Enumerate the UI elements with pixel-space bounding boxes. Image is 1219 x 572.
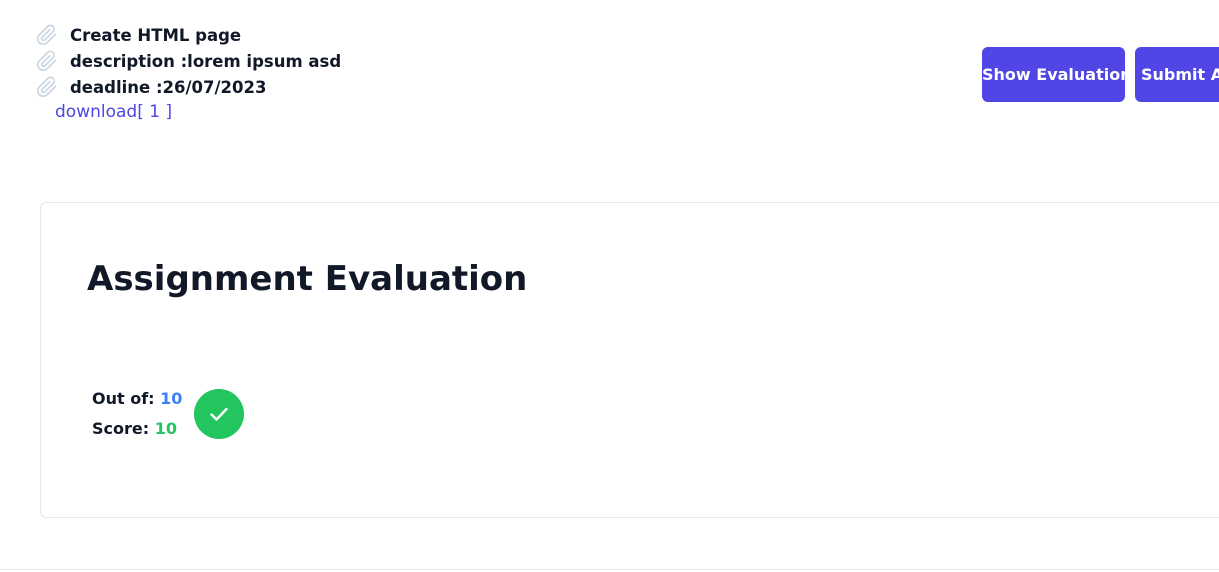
score-summary: Out of: 10 Score: 10 [92, 387, 182, 447]
assignment-title-row: Create HTML page [36, 22, 341, 48]
check-icon [210, 407, 228, 421]
evaluation-heading: Assignment Evaluation [87, 259, 528, 299]
show-evaluation-button[interactable]: Show Evaluation [982, 47, 1125, 102]
passed-status-badge [194, 389, 244, 439]
score-line: Score: 10 [92, 417, 182, 447]
out-of-value: 10 [160, 389, 183, 408]
assignment-deadline: deadline :26/07/2023 [70, 77, 267, 97]
paperclip-icon [36, 76, 58, 98]
paperclip-icon [36, 50, 58, 72]
assignment-info: Create HTML page description :lorem ipsu… [36, 22, 341, 100]
submit-assignment-button[interactable]: Submit As [1135, 47, 1219, 102]
assignment-title: Create HTML page [70, 25, 242, 45]
download-link[interactable]: download[ 1 ] [55, 102, 172, 122]
page: Create HTML page description :lorem ipsu… [0, 0, 1219, 572]
divider [0, 569, 1219, 570]
paperclip-icon [36, 24, 58, 46]
out-of-label: Out of: [92, 389, 155, 408]
assignment-description-row: description :lorem ipsum asd [36, 48, 341, 74]
score-label: Score: [92, 419, 150, 438]
assignment-deadline-row: deadline :26/07/2023 [36, 74, 341, 100]
score-value: 10 [154, 419, 177, 438]
evaluation-card: Assignment Evaluation Out of: 10 Score: … [40, 202, 1219, 518]
out-of-line: Out of: 10 [92, 387, 182, 417]
assignment-description: description :lorem ipsum asd [70, 51, 342, 71]
